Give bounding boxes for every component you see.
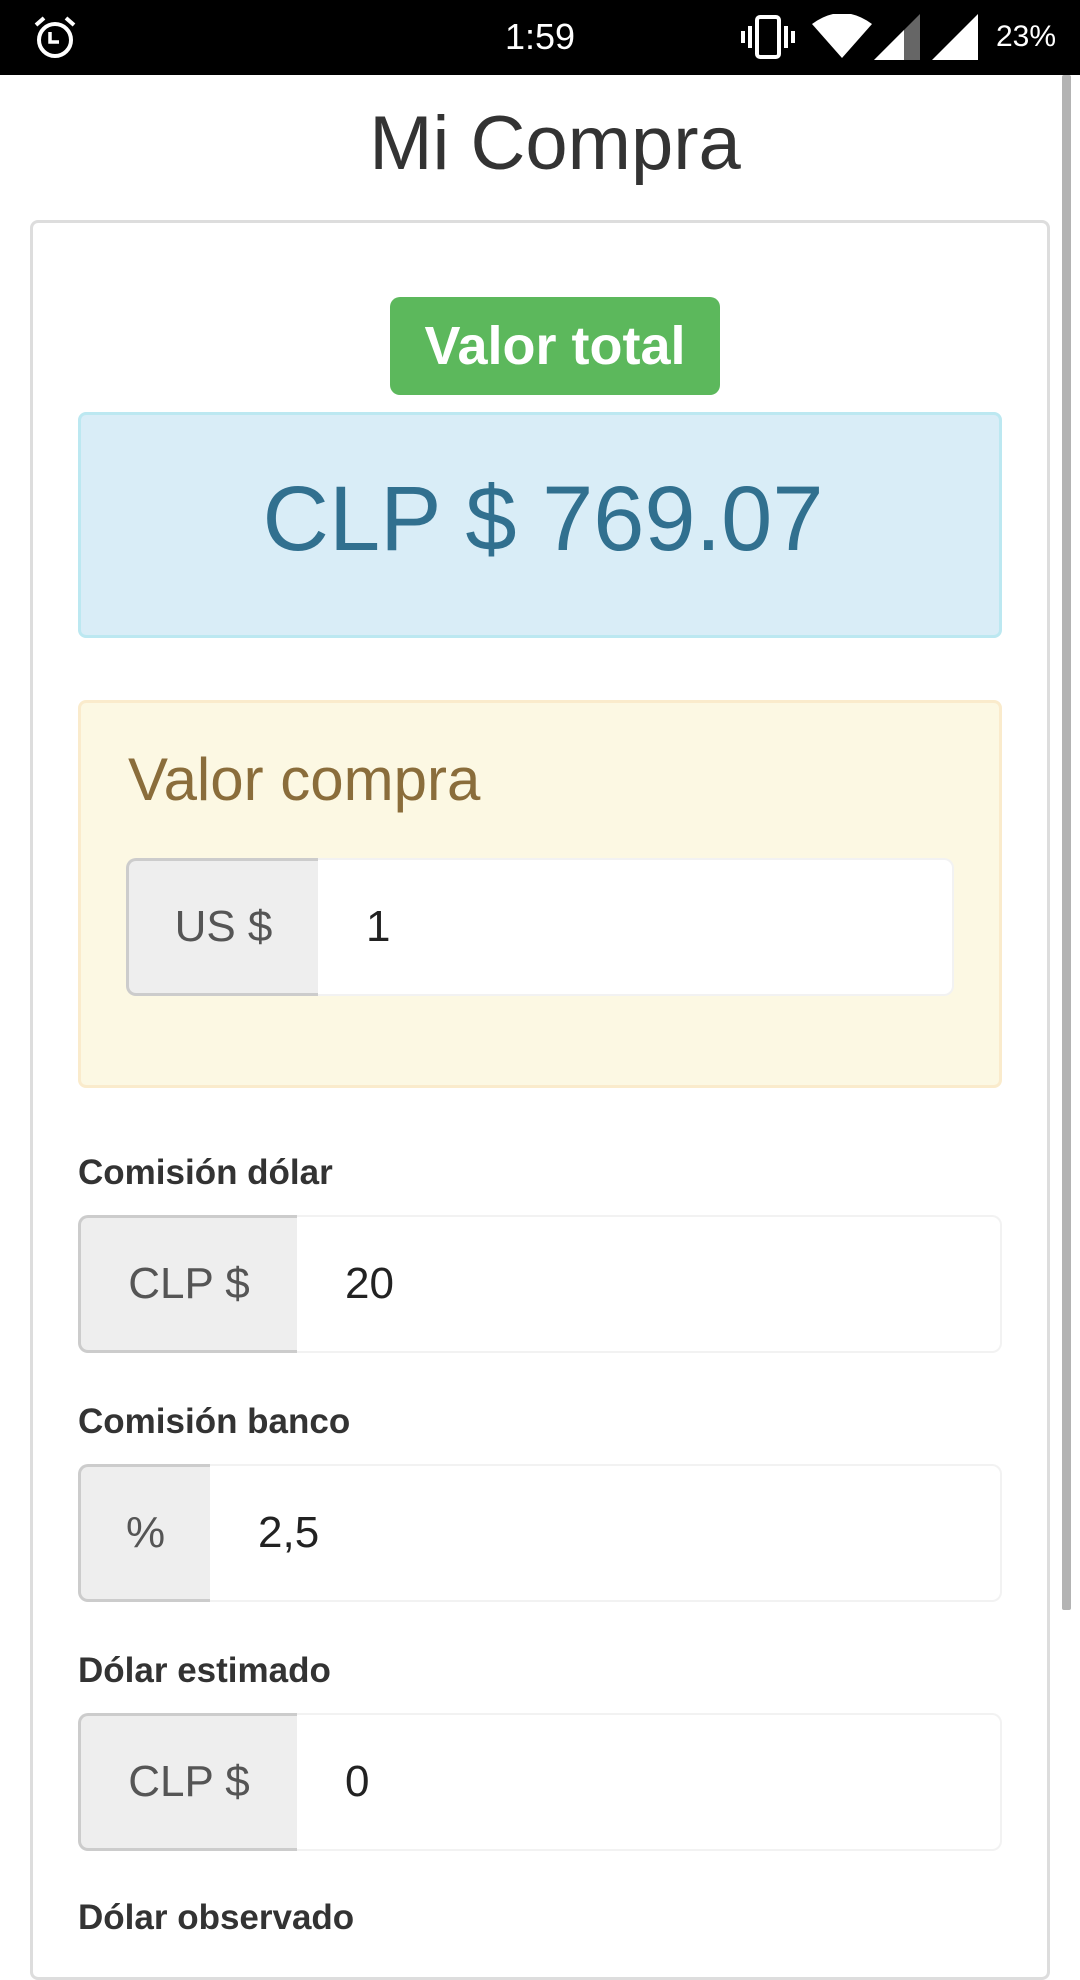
purchase-value-input[interactable]: 1 xyxy=(318,858,954,996)
wifi-icon xyxy=(812,14,872,58)
dollar-fee-input-group: CLP $ 20 xyxy=(78,1215,1002,1353)
percent-addon: % xyxy=(78,1464,210,1602)
cell-signal-icon xyxy=(874,14,920,60)
purchase-value-heading: Valor compra xyxy=(128,746,481,813)
estimated-dollar-label: Dólar estimado xyxy=(78,1651,331,1690)
bank-fee-input-group: % 2,5 xyxy=(78,1464,1002,1602)
cell-signal-icon-2 xyxy=(932,14,978,60)
estimated-dollar-input-group: CLP $ 0 xyxy=(78,1713,1002,1851)
page-title: Mi Compra xyxy=(369,101,741,186)
dollar-fee-input[interactable]: 20 xyxy=(297,1215,1002,1353)
currency-addon-usd: US $ xyxy=(126,858,318,996)
total-badge: Valor total xyxy=(390,297,720,395)
status-bar: 1:59 23% xyxy=(0,0,1080,75)
observed-dollar-label: Dólar observado xyxy=(78,1898,355,1937)
bank-fee-label: Comisión banco xyxy=(78,1402,351,1441)
purchase-value-input-group: US $ 1 xyxy=(126,858,954,996)
battery-level: 23% xyxy=(996,20,1057,53)
total-amount: CLP $ 769.07 xyxy=(262,468,824,570)
currency-addon-clp-2: CLP $ xyxy=(78,1713,297,1851)
bank-fee-input[interactable]: 2,5 xyxy=(210,1464,1002,1602)
vibrate-icon xyxy=(741,15,795,59)
dollar-fee-label: Comisión dólar xyxy=(78,1153,333,1192)
scrollbar[interactable] xyxy=(1062,75,1071,1610)
currency-addon-clp: CLP $ xyxy=(78,1215,297,1353)
total-amount-box: CLP $ 769.07 xyxy=(78,412,1002,638)
estimated-dollar-input[interactable]: 0 xyxy=(297,1713,1002,1851)
